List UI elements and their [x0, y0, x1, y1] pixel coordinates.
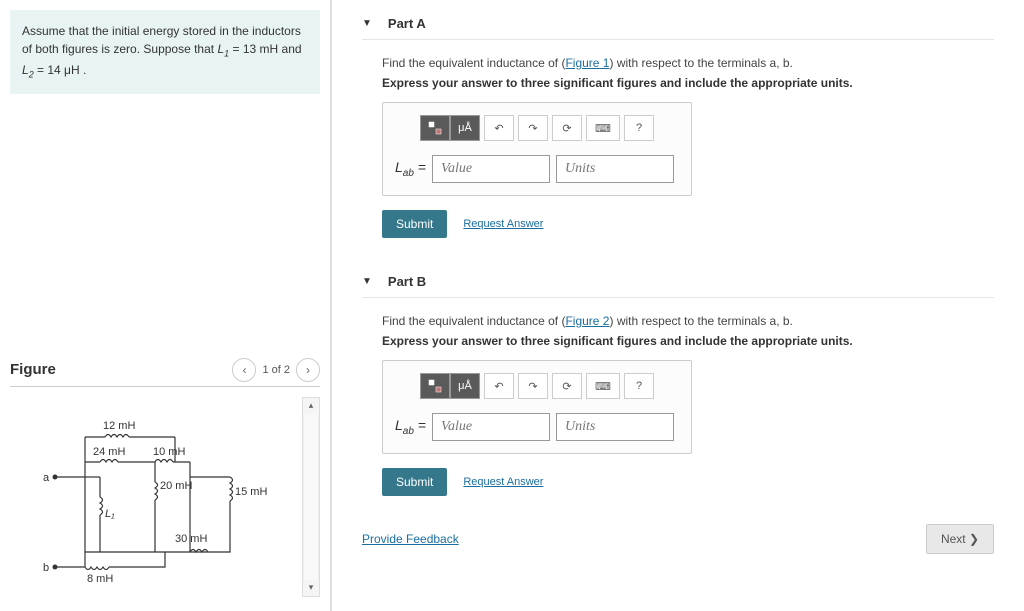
part-b-header[interactable]: ▼ Part B — [362, 266, 994, 298]
units-tool-button[interactable]: μÅ — [450, 115, 480, 141]
footer: Provide Feedback Next ❯ — [362, 524, 994, 554]
reset-icon[interactable]: ⟳ — [552, 373, 582, 399]
figure-prev-button[interactable]: ‹ — [232, 358, 256, 382]
reset-icon[interactable]: ⟳ — [552, 115, 582, 141]
figure-page: 1 of 2 — [262, 364, 290, 376]
part-a-question: Find the equivalent inductance of (Figur… — [382, 56, 974, 70]
part-a-submit-button[interactable]: Submit — [382, 210, 447, 238]
figure-canvas: a b 12 mH 24 mH 10 mH 20 mH 15 mH 30 mH … — [10, 397, 320, 597]
figure-2-link[interactable]: Figure 2 — [565, 314, 609, 328]
problem-statement: Assume that the initial energy stored in… — [10, 10, 320, 94]
figure-header: Figure ‹ 1 of 2 › — [10, 354, 320, 387]
circuit-diagram: a b 12 mH 24 mH 10 mH 20 mH 15 mH 30 mH … — [20, 407, 310, 587]
figure-next-button[interactable]: › — [296, 358, 320, 382]
next-button[interactable]: Next ❯ — [926, 524, 994, 554]
collapse-icon: ▼ — [362, 18, 372, 29]
part-b-instruction: Express your answer to three significant… — [382, 334, 974, 348]
part-b-submit-button[interactable]: Submit — [382, 468, 447, 496]
redo-icon[interactable]: ↷ — [518, 373, 548, 399]
part-b-request-answer-link[interactable]: Request Answer — [463, 476, 543, 488]
template-tool-button[interactable] — [420, 373, 450, 399]
figure-title: Figure — [10, 361, 56, 378]
part-a-variable: Lab = — [395, 159, 426, 179]
undo-icon[interactable]: ↶ — [484, 115, 514, 141]
svg-text:a: a — [43, 472, 50, 484]
svg-text:8 mH: 8 mH — [87, 573, 113, 585]
part-a: ▼ Part A Find the equivalent inductance … — [362, 8, 994, 246]
part-b-variable: Lab = — [395, 417, 426, 437]
help-icon[interactable]: ? — [624, 115, 654, 141]
help-icon[interactable]: ? — [624, 373, 654, 399]
figure-1-link[interactable]: Figure 1 — [565, 56, 609, 70]
provide-feedback-link[interactable]: Provide Feedback — [362, 532, 459, 546]
part-b-value-input[interactable] — [432, 413, 550, 441]
keyboard-icon[interactable]: ⌨ — [586, 373, 620, 399]
svg-text:12 mH: 12 mH — [103, 420, 135, 432]
template-tool-button[interactable] — [420, 115, 450, 141]
svg-text:20 mH: 20 mH — [160, 480, 192, 492]
keyboard-icon[interactable]: ⌨ — [586, 115, 620, 141]
part-a-answer-box: μÅ ↶ ↷ ⟳ ⌨ ? Lab = — [382, 102, 692, 196]
part-a-title: Part A — [388, 16, 426, 31]
part-b-question: Find the equivalent inductance of (Figur… — [382, 314, 974, 328]
svg-text:15 mH: 15 mH — [235, 486, 267, 498]
units-tool-button[interactable]: μÅ — [450, 373, 480, 399]
figure-nav: ‹ 1 of 2 › — [232, 358, 320, 382]
part-b-answer-box: μÅ ↶ ↷ ⟳ ⌨ ? Lab = — [382, 360, 692, 454]
part-b-toolbar: μÅ ↶ ↷ ⟳ ⌨ ? — [395, 373, 679, 399]
svg-text:30 mH: 30 mH — [175, 533, 207, 545]
part-a-request-answer-link[interactable]: Request Answer — [463, 218, 543, 230]
part-a-header[interactable]: ▼ Part A — [362, 8, 994, 40]
redo-icon[interactable]: ↷ — [518, 115, 548, 141]
scroll-up-icon[interactable]: ▴ — [303, 398, 319, 414]
collapse-icon: ▼ — [362, 276, 372, 287]
part-a-units-input[interactable] — [556, 155, 674, 183]
svg-text:b: b — [43, 562, 49, 574]
svg-text:24 mH: 24 mH — [93, 446, 125, 458]
part-b-title: Part B — [388, 274, 426, 289]
figure-scrollbar[interactable]: ▴ ▾ — [302, 397, 320, 597]
part-a-instruction: Express your answer to three significant… — [382, 76, 974, 90]
part-b-units-input[interactable] — [556, 413, 674, 441]
svg-text:L₁: L₁ — [105, 508, 115, 520]
svg-text:10 mH: 10 mH — [153, 446, 185, 458]
part-a-toolbar: μÅ ↶ ↷ ⟳ ⌨ ? — [395, 115, 679, 141]
part-b: ▼ Part B Find the equivalent inductance … — [362, 266, 994, 504]
undo-icon[interactable]: ↶ — [484, 373, 514, 399]
scroll-down-icon[interactable]: ▾ — [303, 580, 319, 596]
part-a-value-input[interactable] — [432, 155, 550, 183]
